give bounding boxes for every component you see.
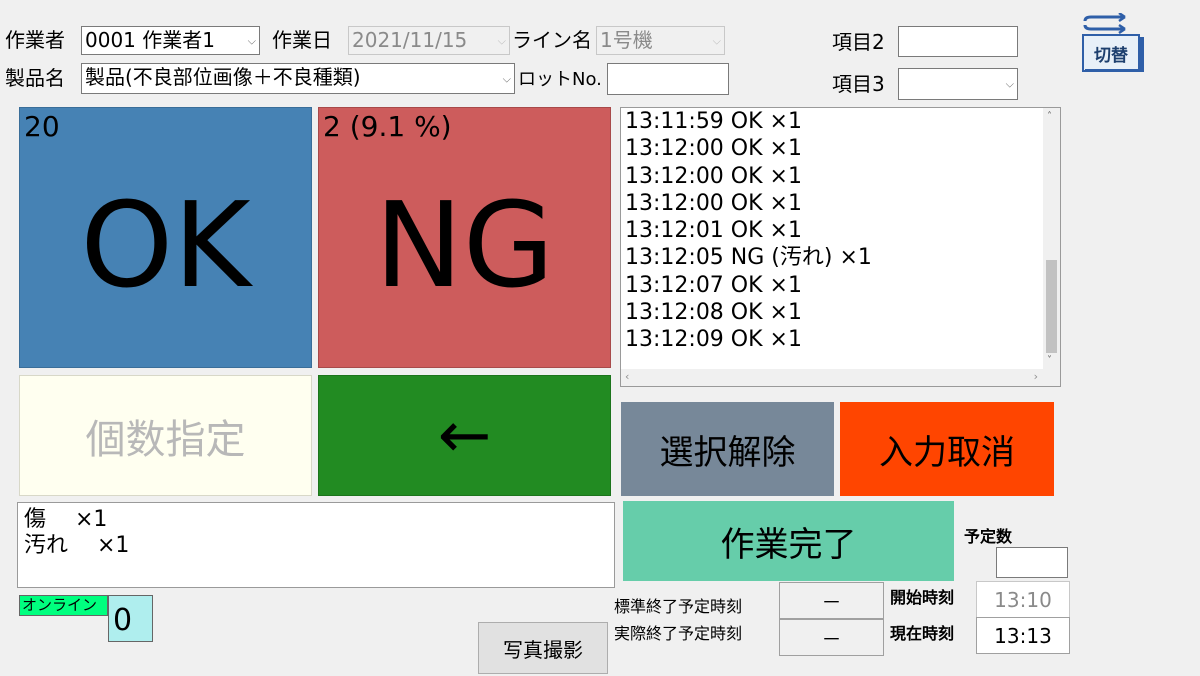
deselect-label: 選択解除 [659,432,796,473]
start-time-label: 開始時刻 [890,588,955,607]
chevron-down-icon: ⌵ [502,72,511,85]
horizontal-scrollbar[interactable]: ‹ › [621,369,1060,386]
worker-label: 作業者 [5,28,65,52]
quantity-label: 個数指定 [85,416,246,463]
scrollbar-thumb[interactable] [1046,260,1057,353]
photo-button[interactable]: 写真撮影 [478,622,608,674]
quantity-button[interactable]: 個数指定 [19,375,312,496]
deselect-button[interactable]: 選択解除 [621,402,834,496]
current-time-label: 現在時刻 [890,624,955,643]
actual-end-value: － [779,619,884,656]
list-item[interactable]: 13:12:07 OK ×1 [621,272,1043,299]
planned-qty-input[interactable] [996,547,1068,578]
list-item[interactable]: 13:12:08 OK ×1 [621,299,1043,326]
product-label: 製品名 [5,66,65,90]
online-status-badge: オンライン [19,595,108,616]
item2-input[interactable] [898,26,1018,57]
photo-label: 写真撮影 [503,637,583,662]
list-item[interactable]: 13:12:00 OK ×1 [621,163,1043,190]
ng-label: NG [374,175,555,314]
current-time-value: 13:13 [976,617,1070,654]
list-item[interactable]: 13:12:01 OK ×1 [621,217,1043,244]
list-item[interactable]: 13:12:00 OK ×1 [621,135,1043,162]
ok-button[interactable]: 20 OK [19,107,312,368]
online-count: 0 [108,595,153,642]
scroll-down-icon[interactable]: ˅ [1047,356,1052,366]
line-label: ライン名 [512,28,592,52]
line-select[interactable]: 1号機 ⌵ [596,26,725,55]
scroll-up-icon[interactable]: ˄ [1047,112,1052,122]
chevron-down-icon: ⌵ [247,34,256,47]
item2-label: 項目2 [832,30,885,54]
chevron-down-icon: ⌵ [497,34,506,47]
product-select[interactable]: 製品(不良部位画像＋不良種類) ⌵ [81,63,515,94]
date-label: 作業日 [272,28,332,52]
std-end-label: 標準終了予定時刻 [614,597,743,616]
back-arrow-icon: ← [437,398,492,473]
list-item: 傷 ×1 [24,507,108,532]
ok-count: 20 [24,110,60,143]
cancel-input-label: 入力取消 [879,432,1015,473]
line-value: 1号機 [600,28,653,52]
ng-button[interactable]: 2 (9.1 %) NG [318,107,611,368]
scroll-right-icon[interactable]: › [1034,371,1038,383]
list-item[interactable]: 13:12:00 OK ×1 [621,190,1043,217]
scroll-left-icon[interactable]: ‹ [625,371,629,383]
complete-label: 作業完了 [720,524,857,565]
list-item: 汚れ ×1 [24,533,130,558]
switch-label: 切替 [1094,46,1128,66]
start-time-value: 13:10 [976,581,1070,618]
ok-label: OK [80,175,251,314]
back-button[interactable]: ← [318,375,611,496]
item3-label: 項目3 [832,72,885,96]
chevron-down-icon: ⌵ [712,34,721,47]
list-item[interactable]: 13:12:09 OK ×1 [621,326,1043,353]
std-end-value: － [779,582,884,619]
cancel-input-button[interactable]: 入力取消 [840,402,1054,496]
date-value: 2021/11/15 [352,28,468,52]
ng-count: 2 (9.1 %) [323,110,452,143]
defect-summary: 傷 ×1 汚れ ×1 [17,502,615,588]
lot-label: ロットNo. [518,69,602,90]
list-item[interactable]: 13:12:05 NG (汚れ) ×1 [621,244,1043,271]
item3-select[interactable]: ⌵ [898,68,1018,100]
worker-value: 0001 作業者1 [85,28,215,52]
list-item[interactable]: 13:11:59 OK ×1 [621,108,1043,135]
chevron-down-icon: ⌵ [1005,77,1014,91]
actual-end-label: 実際終了予定時刻 [614,624,743,643]
history-list[interactable]: 13:11:59 OK ×1 13:12:00 OK ×1 13:12:00 O… [620,107,1061,387]
planned-qty-label: 予定数 [964,527,1013,546]
switch-button[interactable]: 切替 [1081,11,1146,73]
vertical-scrollbar[interactable]: ˄ ˅ [1043,108,1060,370]
product-value: 製品(不良部位画像＋不良種類) [85,65,361,89]
lot-input[interactable] [607,63,729,95]
complete-button[interactable]: 作業完了 [623,501,954,581]
worker-select[interactable]: 0001 作業者1 ⌵ [81,26,260,55]
history-lines: 13:11:59 OK ×1 13:12:00 OK ×1 13:12:00 O… [621,108,1043,354]
date-picker[interactable]: 2021/11/15 ⌵ [348,26,510,55]
